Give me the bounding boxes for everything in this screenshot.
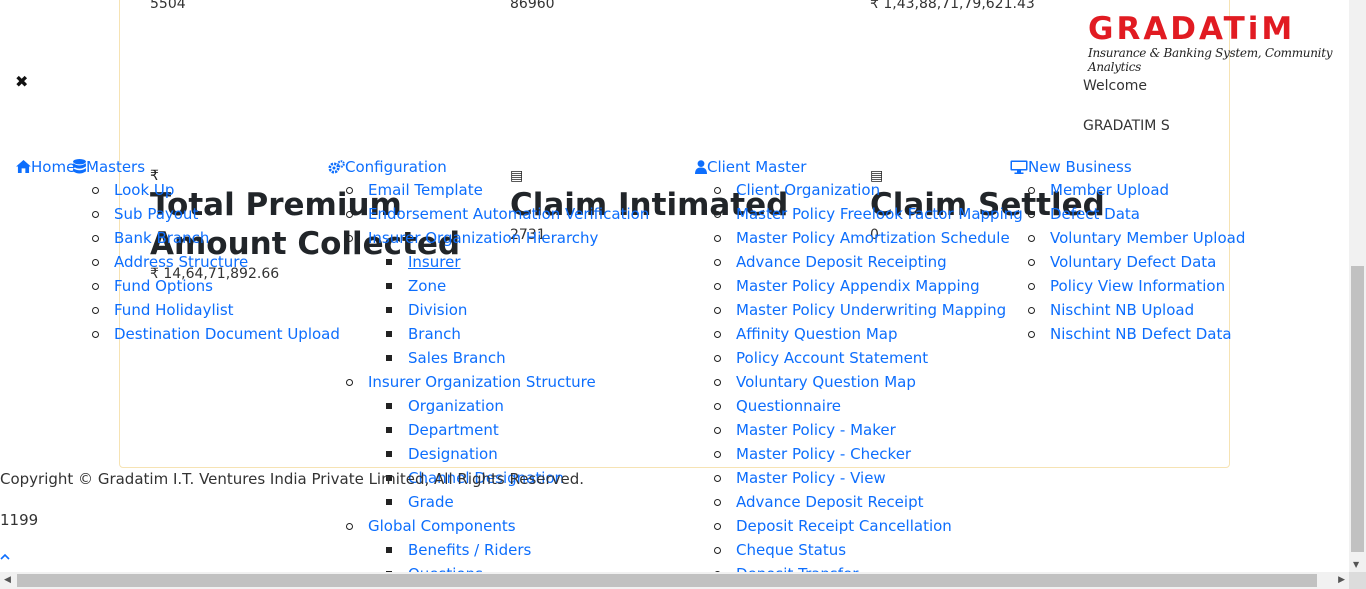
masters-item[interactable]: Fund Options [92, 274, 340, 298]
gradatim-logo[interactable]: GRADATiM Insurance & Banking System, Com… [1088, 11, 1366, 75]
config-item[interactable]: Insurer Organization Hierarchy [346, 226, 649, 250]
newbiz-item[interactable]: Policy View Information [1028, 274, 1245, 298]
client-item[interactable]: Policy Account Statement [714, 346, 1023, 370]
new-business-menu: Member Upload Defect Data Voluntary Memb… [1028, 178, 1245, 346]
scroll-left-arrow-icon[interactable]: ◀ [4, 575, 11, 585]
client-item[interactable]: Advance Deposit Receipt [714, 490, 1023, 514]
config-item[interactable]: Global Components [346, 514, 649, 538]
nav-home[interactable]: Home [16, 158, 75, 176]
copyright-text: Copyright © Gradatim I.T. Ventures India… [0, 470, 585, 488]
client-item[interactable]: Affinity Question Map [714, 322, 1023, 346]
client-item[interactable]: Master Policy Appendix Mapping [714, 274, 1023, 298]
client-item[interactable]: Advance Deposit Receipting [714, 250, 1023, 274]
masters-menu: Look Up Sub Payout Bank Branch Address S… [92, 178, 340, 346]
stat-top-value-2: 86960 [510, 0, 555, 12]
client-item[interactable]: Master Policy Underwriting Mapping [714, 298, 1023, 322]
config-subitem[interactable]: Insurer [346, 250, 649, 274]
masters-item[interactable]: Fund Holidaylist [92, 298, 340, 322]
vertical-scrollbar[interactable]: ▼ [1349, 0, 1366, 589]
database-icon [73, 159, 86, 174]
monitor-icon [1010, 160, 1028, 174]
client-item[interactable]: Master Policy Freelook Factor Mapping [714, 202, 1023, 226]
close-icon[interactable]: ✖ [15, 72, 28, 91]
config-subitem[interactable]: Designation [346, 442, 649, 466]
welcome-text: Welcome [1083, 78, 1148, 94]
nav-masters[interactable]: Masters [73, 158, 145, 176]
config-subitem[interactable]: Sales Branch [346, 346, 649, 370]
client-master-menu: Client Organization Master Policy Freelo… [714, 178, 1023, 586]
config-subitem[interactable]: Division [346, 298, 649, 322]
client-item[interactable]: Master Policy - View [714, 466, 1023, 490]
config-item[interactable]: Email Template [346, 178, 649, 202]
stat-top-value-1: 5504 [150, 0, 186, 12]
client-item[interactable]: Questionnaire [714, 394, 1023, 418]
config-subitem[interactable]: Department [346, 418, 649, 442]
configuration-menu: Email Template Endorsement Automation Ve… [346, 178, 649, 586]
client-item[interactable]: Deposit Receipt Cancellation [714, 514, 1023, 538]
masters-item[interactable]: Address Structure [92, 250, 340, 274]
footer-number: 1199 [0, 511, 39, 529]
stat-top-value-3: ₹ 1,43,88,71,79,621.43 [870, 0, 1035, 12]
masters-item[interactable]: Sub Payout [92, 202, 340, 226]
config-subitem[interactable]: Branch [346, 322, 649, 346]
scrollbar-corner [1349, 572, 1366, 589]
config-subitem[interactable]: Zone [346, 274, 649, 298]
vertical-scrollbar-thumb[interactable] [1351, 266, 1364, 552]
nav-new-business[interactable]: New Business [1010, 158, 1132, 176]
client-item[interactable]: Voluntary Question Map [714, 370, 1023, 394]
home-icon [16, 160, 31, 173]
config-item[interactable]: Endorsement Automation Verification [346, 202, 649, 226]
client-item[interactable]: Master Policy Amortization Schedule [714, 226, 1023, 250]
client-item[interactable]: Cheque Status [714, 538, 1023, 562]
newbiz-item[interactable]: Nischint NB Defect Data [1028, 322, 1245, 346]
client-item[interactable]: Master Policy - Checker [714, 442, 1023, 466]
client-item[interactable]: Master Policy - Maker [714, 418, 1023, 442]
newbiz-item[interactable]: Nischint NB Upload [1028, 298, 1245, 322]
config-subitem[interactable]: Grade [346, 490, 649, 514]
username: GRADATIM S [1083, 118, 1170, 134]
masters-item[interactable]: Bank Branch [92, 226, 340, 250]
config-item[interactable]: Insurer Organization Structure [346, 370, 649, 394]
horizontal-scrollbar[interactable]: ◀ ▶ [0, 572, 1349, 589]
scroll-top-icon[interactable] [0, 549, 10, 565]
nav-configuration[interactable]: Configuration [328, 158, 447, 176]
gears-icon [328, 160, 345, 174]
user-icon [695, 160, 707, 174]
newbiz-item[interactable]: Defect Data [1028, 202, 1245, 226]
logo-name: GRADATiM [1088, 11, 1296, 47]
masters-item[interactable]: Destination Document Upload [92, 322, 340, 346]
scroll-down-arrow-icon[interactable]: ▼ [1353, 560, 1359, 569]
newbiz-item[interactable]: Voluntary Member Upload [1028, 226, 1245, 250]
config-subitem[interactable]: Benefits / Riders [346, 538, 649, 562]
newbiz-item[interactable]: Voluntary Defect Data [1028, 250, 1245, 274]
horizontal-scrollbar-thumb[interactable] [17, 574, 1317, 587]
nav-client-master[interactable]: Client Master [695, 158, 806, 176]
config-subitem[interactable]: Organization [346, 394, 649, 418]
masters-item[interactable]: Look Up [92, 178, 340, 202]
newbiz-item[interactable]: Member Upload [1028, 178, 1245, 202]
scroll-right-arrow-icon[interactable]: ▶ [1338, 575, 1345, 585]
client-item[interactable]: Client Organization [714, 178, 1023, 202]
logo-tagline: Insurance & Banking System, Community An… [1088, 46, 1333, 74]
